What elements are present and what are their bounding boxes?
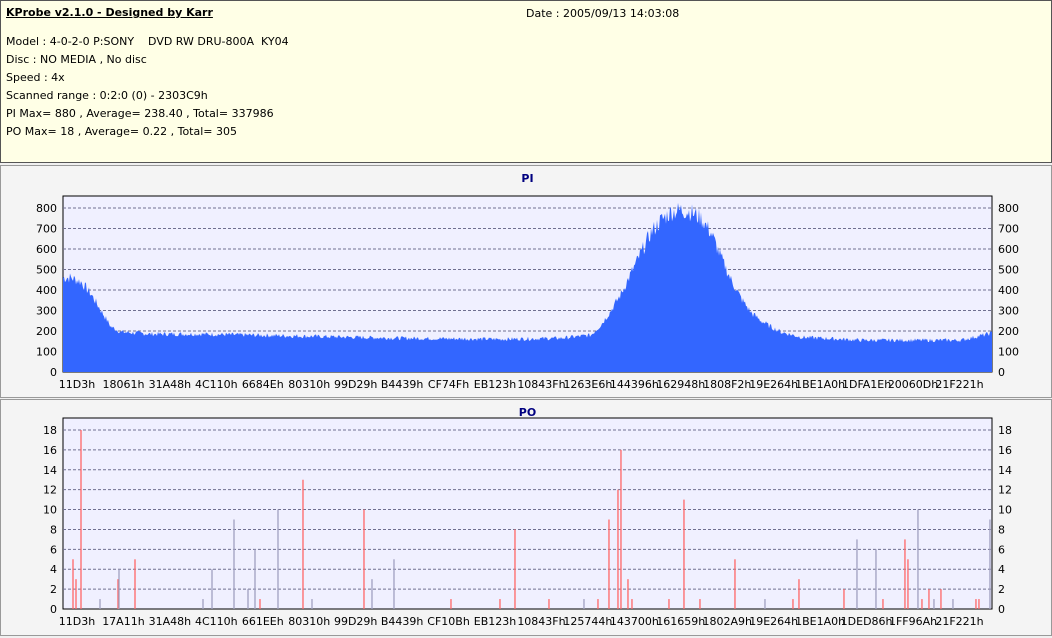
y-tick-label-left: 2	[50, 583, 57, 596]
x-tick-label: 17A11h	[102, 615, 145, 628]
x-tick-label: 162948h	[656, 378, 705, 391]
y-tick-label-right: 700	[998, 223, 1019, 236]
po-chart-panel: PO 0 0 2 2 4 4 6 6 8 8 10 10 12 12 14 14 16 16 18 18 11D3h 17A…	[0, 399, 1052, 636]
y-tick-label-right: 200	[998, 325, 1019, 338]
y-tick-label-left: 8	[50, 523, 57, 536]
y-tick-label-right: 12	[998, 484, 1012, 497]
speed-line: Speed : 4x	[6, 71, 65, 84]
x-tick-label: 1BE1A0h	[795, 378, 845, 391]
po-stats-line: PO Max= 18 , Average= 0.22 , Total= 305	[6, 125, 237, 138]
x-tick-label: 6684Eh	[242, 378, 284, 391]
x-tick-label: 99D29h	[334, 378, 377, 391]
y-tick-label-left: 14	[43, 464, 57, 477]
x-tick-label: 1DED86h	[841, 615, 893, 628]
x-tick-label: EB123h	[474, 378, 516, 391]
y-tick-label-left: 200	[36, 325, 57, 338]
y-tick-label-right: 100	[998, 346, 1019, 359]
x-tick-label: B4439h	[381, 378, 424, 391]
x-tick-label: 80310h	[288, 378, 330, 391]
y-tick-label-left: 500	[36, 264, 57, 277]
x-tick-label: 661EEh	[242, 615, 284, 628]
po-chart: PO 0 0 2 2 4 4 6 6 8 8 10 10 12 12 14 14 16 16 18 18 11D3h 17A…	[43, 406, 1012, 628]
x-tick-label: 10843Fh	[517, 615, 565, 628]
y-tick-label-left: 12	[43, 484, 57, 497]
model-line: Model : 4-0-2-0 P:SONY DVD RW DRU-800A K…	[6, 35, 289, 48]
y-tick-label-right: 4	[998, 563, 1005, 576]
y-tick-label-left: 400	[36, 284, 57, 297]
x-tick-label: 19E264h	[749, 378, 798, 391]
y-tick-label-left: 800	[36, 202, 57, 215]
x-tick-label: 10843Fh	[517, 378, 565, 391]
pi-chart: PI 0 0 100 100 200 200 300 300 400 400 500 500 600 600…	[36, 172, 1019, 391]
disc-line: Disc : NO MEDIA , No disc	[6, 53, 147, 66]
chart-title: PI	[521, 172, 533, 185]
y-tick-label-left: 10	[43, 504, 57, 517]
info-panel: KProbe v2.1.0 - Designed by Karr Date : …	[0, 0, 1052, 163]
y-tick-label-left: 700	[36, 223, 57, 236]
x-tick-label: 20060Dh	[888, 378, 938, 391]
y-tick-label-left: 16	[43, 444, 57, 457]
x-tick-label: 31A48h	[149, 378, 192, 391]
x-tick-label: 19E264h	[749, 615, 798, 628]
y-tick-label-right: 2	[998, 583, 1005, 596]
x-tick-label: 18061h	[102, 378, 144, 391]
y-tick-label-left: 4	[50, 563, 57, 576]
x-tick-label: 1DFA1Eh	[842, 378, 891, 391]
x-tick-label: 1BE1A0h	[795, 615, 845, 628]
x-tick-label: 21F221h	[935, 615, 983, 628]
x-tick-label: CF10Bh	[427, 615, 470, 628]
x-tick-label: 125744h	[563, 615, 612, 628]
y-tick-label-right: 600	[998, 243, 1019, 256]
x-tick-label: EB123h	[474, 615, 516, 628]
y-tick-label-left: 18	[43, 424, 57, 437]
y-tick-label-left: 0	[50, 603, 57, 616]
y-tick-label-right: 10	[998, 504, 1012, 517]
y-tick-label-right: 0	[998, 366, 1005, 379]
x-tick-label: 4C110h	[195, 615, 238, 628]
plot-area	[62, 417, 993, 610]
y-tick-label-right: 300	[998, 305, 1019, 318]
y-tick-label-left: 100	[36, 346, 57, 359]
x-tick-label: 143700h	[610, 615, 659, 628]
y-tick-label-right: 0	[998, 603, 1005, 616]
y-tick-label-right: 800	[998, 202, 1019, 215]
y-tick-label-right: 16	[998, 444, 1012, 457]
x-tick-label: 161659h	[656, 615, 705, 628]
y-tick-label-left: 300	[36, 305, 57, 318]
x-tick-label: CF74Fh	[428, 378, 469, 391]
y-tick-label-right: 400	[998, 284, 1019, 297]
x-tick-label: 99D29h	[334, 615, 377, 628]
range-line: Scanned range : 0:2:0 (0) - 2303C9h	[6, 89, 208, 102]
pi-stats-line: PI Max= 880 , Average= 238.40 , Total= 3…	[6, 107, 274, 120]
x-tick-label: B4439h	[381, 615, 424, 628]
x-tick-label: 21F221h	[935, 378, 983, 391]
chart-title: PO	[519, 406, 536, 419]
x-tick-label: 144396h	[610, 378, 659, 391]
y-tick-label-right: 500	[998, 264, 1019, 277]
x-tick-label: 4C110h	[195, 378, 238, 391]
x-tick-label: 80310h	[288, 615, 330, 628]
scan-date: Date : 2005/09/13 14:03:08	[526, 7, 680, 20]
x-tick-label: 1263E6h	[563, 378, 612, 391]
x-tick-label: 11D3h	[59, 615, 95, 628]
y-tick-label-right: 6	[998, 543, 1005, 556]
y-tick-label-left: 0	[50, 366, 57, 379]
y-tick-label-left: 600	[36, 243, 57, 256]
y-tick-label-left: 6	[50, 543, 57, 556]
x-tick-label: 11D3h	[59, 378, 95, 391]
app-title: KProbe v2.1.0 - Designed by Karr	[6, 6, 213, 19]
pi-chart-panel: PI 0 0 100 100 200 200 300 300 400 400 500 500 600 600…	[0, 165, 1052, 398]
x-tick-label: 31A48h	[149, 615, 192, 628]
y-tick-label-right: 8	[998, 523, 1005, 536]
y-tick-label-right: 14	[998, 464, 1012, 477]
x-tick-label: 1FF96Ah	[889, 615, 937, 628]
x-tick-label: 1802A9h	[703, 615, 753, 628]
y-tick-label-right: 18	[998, 424, 1012, 437]
x-tick-label: 1808F2h	[703, 378, 751, 391]
